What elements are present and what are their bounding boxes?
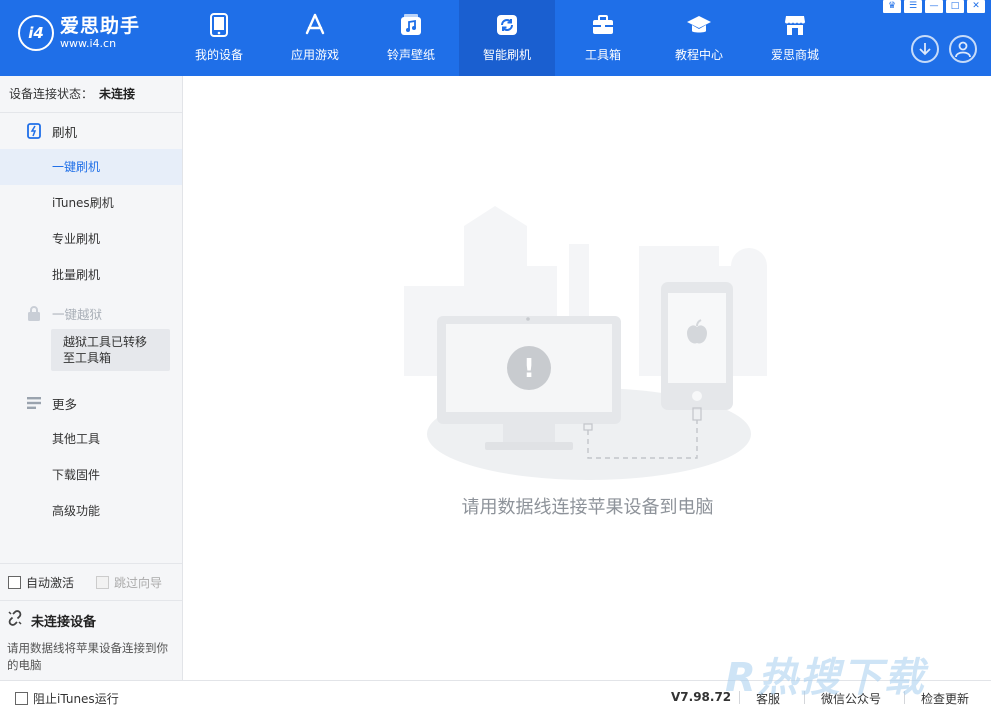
main-content: ! 请用数据线连接苹果设备到电脑 <box>184 76 991 680</box>
music-icon <box>398 12 424 38</box>
sidebar-item-other-tools[interactable]: 其他工具 <box>0 421 182 457</box>
wechat-link[interactable]: 微信公众号 <box>821 690 881 707</box>
sidebar-group-flash: 刷机 <box>0 113 182 149</box>
block-itunes-checkbox[interactable] <box>15 692 28 705</box>
auto-activate-label: 自动激活 <box>26 575 75 590</box>
auto-activate-checkbox[interactable] <box>8 575 21 589</box>
menu-icon[interactable]: ☰ <box>904 0 922 13</box>
main-nav: 我的设备 应用游戏 铃声壁纸 智能刷机 工具箱 教程中心 爱思商城 <box>171 0 843 76</box>
skin-icon[interactable]: ♛ <box>883 0 901 13</box>
divider <box>739 691 740 704</box>
device-status-panel: 未连接设备 请用数据线将苹果设备连接到你的电脑 <box>0 602 182 682</box>
block-itunes-label: 阻止iTunes运行 <box>33 692 119 706</box>
divider <box>804 691 805 704</box>
connection-status: 设备连接状态： 未连接 <box>0 76 182 113</box>
sidebar-options: 自动激活 跳过向导 <box>0 563 182 601</box>
divider <box>904 691 905 704</box>
top-header: i4 爱思助手 www.i4.cn 我的设备 应用游戏 铃声壁纸 智能刷机 工具… <box>0 0 991 76</box>
nav-my-device[interactable]: 我的设备 <box>171 0 267 76</box>
customer-service-link[interactable]: 客服 <box>756 690 780 707</box>
check-update-link[interactable]: 检查更新 <box>921 690 969 707</box>
phone-icon <box>206 12 232 38</box>
toolbox-icon <box>590 12 616 38</box>
flash-device-icon <box>26 123 42 139</box>
maximize-icon[interactable]: □ <box>946 0 964 13</box>
download-icon[interactable] <box>911 35 939 63</box>
connection-status-value: 未连接 <box>99 87 136 101</box>
nav-store[interactable]: 爱思商城 <box>747 0 843 76</box>
sidebar-item-itunes-flash[interactable]: iTunes刷机 <box>0 185 182 221</box>
sidebar-item-batch-flash[interactable]: 批量刷机 <box>0 257 182 293</box>
sidebar-item-pro-flash[interactable]: 专业刷机 <box>0 221 182 257</box>
nav-smart-flash[interactable]: 智能刷机 <box>459 0 555 76</box>
nav-ringtones-wallpapers[interactable]: 铃声壁纸 <box>363 0 459 76</box>
device-title: 未连接设备 <box>31 614 97 630</box>
minimize-icon[interactable]: — <box>925 0 943 13</box>
svg-text:!: ! <box>523 354 535 384</box>
app-logo: i4 爱思助手 www.i4.cn <box>18 15 140 51</box>
logo-badge: i4 <box>18 15 54 51</box>
skip-guide-label: 跳过向导 <box>114 575 163 590</box>
sidebar-item-download-firmware[interactable]: 下载固件 <box>0 457 182 493</box>
skip-guide-checkbox <box>96 575 110 589</box>
sidebar-item-advanced[interactable]: 高级功能 <box>0 493 182 529</box>
graduation-cap-icon <box>686 12 712 38</box>
close-icon[interactable]: ✕ <box>967 0 985 13</box>
version-label: V7.98.72 <box>671 690 732 704</box>
jailbreak-tooltip: 越狱工具已转移至工具箱 <box>51 329 170 371</box>
app-store-icon <box>302 12 328 38</box>
user-icon[interactable] <box>949 35 977 63</box>
sidebar-group-more: 更多 <box>0 385 182 421</box>
sidebar-group-jailbreak: 一键越狱 <box>0 295 182 331</box>
nav-apps-games[interactable]: 应用游戏 <box>267 0 363 76</box>
app-name: 爱思助手 <box>60 15 141 37</box>
list-icon <box>26 395 42 411</box>
sidebar: 设备连接状态： 未连接 刷机 一键刷机 iTunes刷机 专业刷机 批量刷机 一键… <box>0 76 183 680</box>
refresh-icon <box>494 12 520 38</box>
lock-icon <box>26 305 42 321</box>
unlink-icon <box>7 610 23 630</box>
nav-tutorials[interactable]: 教程中心 <box>651 0 747 76</box>
store-icon <box>782 12 808 38</box>
connect-message: 请用数据线连接苹果设备到电脑 <box>461 497 714 518</box>
nav-toolbox[interactable]: 工具箱 <box>555 0 651 76</box>
device-description: 请用数据线将苹果设备连接到你的电脑 <box>7 641 168 672</box>
sidebar-item-one-click-flash[interactable]: 一键刷机 <box>0 149 182 185</box>
block-itunes-option: 阻止iTunes运行 <box>15 690 119 707</box>
window-controls: ♛ ☰ — □ ✕ <box>883 0 985 13</box>
status-bar: 阻止iTunes运行 V7.98.72 客服 微信公众号 检查更新 <box>0 680 991 712</box>
connect-device-illustration: ! <box>399 196 779 496</box>
app-url: www.i4.cn <box>60 37 117 50</box>
